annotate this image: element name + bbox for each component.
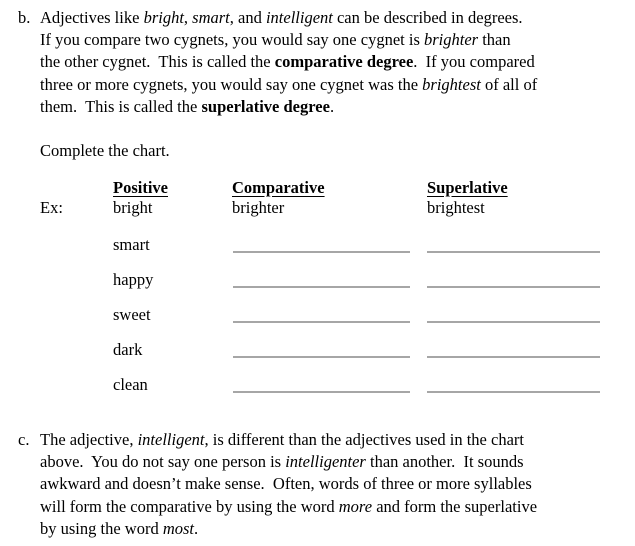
instruction-text: Complete the chart.	[40, 141, 170, 160]
superlative-answer-blank[interactable]	[427, 391, 600, 393]
chart-row: dark	[0, 340, 635, 375]
column-header-comparative: Comparative	[232, 178, 325, 197]
positive-word: dark	[113, 340, 143, 359]
superlative-answer-blank[interactable]	[427, 356, 600, 358]
adjective-degrees-chart: Positive Comparative Superlative Ex: bri…	[0, 178, 635, 410]
chart-row: sweet	[0, 305, 635, 340]
superlative-answer-blank[interactable]	[427, 251, 600, 253]
list-item-c: c. The adjective, intelligent, is differ…	[18, 429, 618, 540]
column-header-positive: Positive	[113, 178, 168, 197]
positive-word: sweet	[113, 305, 151, 324]
comparative-answer-blank[interactable]	[233, 251, 410, 253]
positive-word: happy	[113, 270, 154, 289]
chart-example-row: Ex: bright brighter brightest	[0, 198, 635, 235]
example-row-label: Ex:	[40, 198, 63, 217]
chart-row: clean	[0, 375, 635, 410]
example-superlative-word: brightest	[427, 198, 485, 217]
comparative-answer-blank[interactable]	[233, 391, 410, 393]
comparative-answer-blank[interactable]	[233, 321, 410, 323]
positive-word: smart	[113, 235, 150, 254]
chart-exercise-rows: smart happy sweet dark clean	[0, 235, 635, 410]
list-item-c-text: The adjective, intelligent, is different…	[40, 430, 538, 538]
example-comparative-word: brighter	[232, 198, 285, 217]
positive-word: clean	[113, 375, 148, 394]
list-marker-b: b.	[18, 8, 31, 27]
column-header-superlative: Superlative	[427, 178, 508, 197]
list-item-b-text: Adjectives like bright, smart, and intel…	[40, 8, 538, 116]
comparative-answer-blank[interactable]	[233, 356, 410, 358]
worksheet-page: b. Adjectives like bright, smart, and in…	[0, 0, 635, 546]
chart-row: smart	[0, 235, 635, 270]
superlative-answer-blank[interactable]	[427, 286, 600, 288]
list-marker-c: c.	[18, 430, 30, 449]
list-item-b: b. Adjectives like bright, smart, and in…	[18, 7, 618, 118]
chart-row: happy	[0, 270, 635, 305]
example-positive-word: bright	[113, 198, 153, 217]
superlative-answer-blank[interactable]	[427, 321, 600, 323]
comparative-answer-blank[interactable]	[233, 286, 410, 288]
